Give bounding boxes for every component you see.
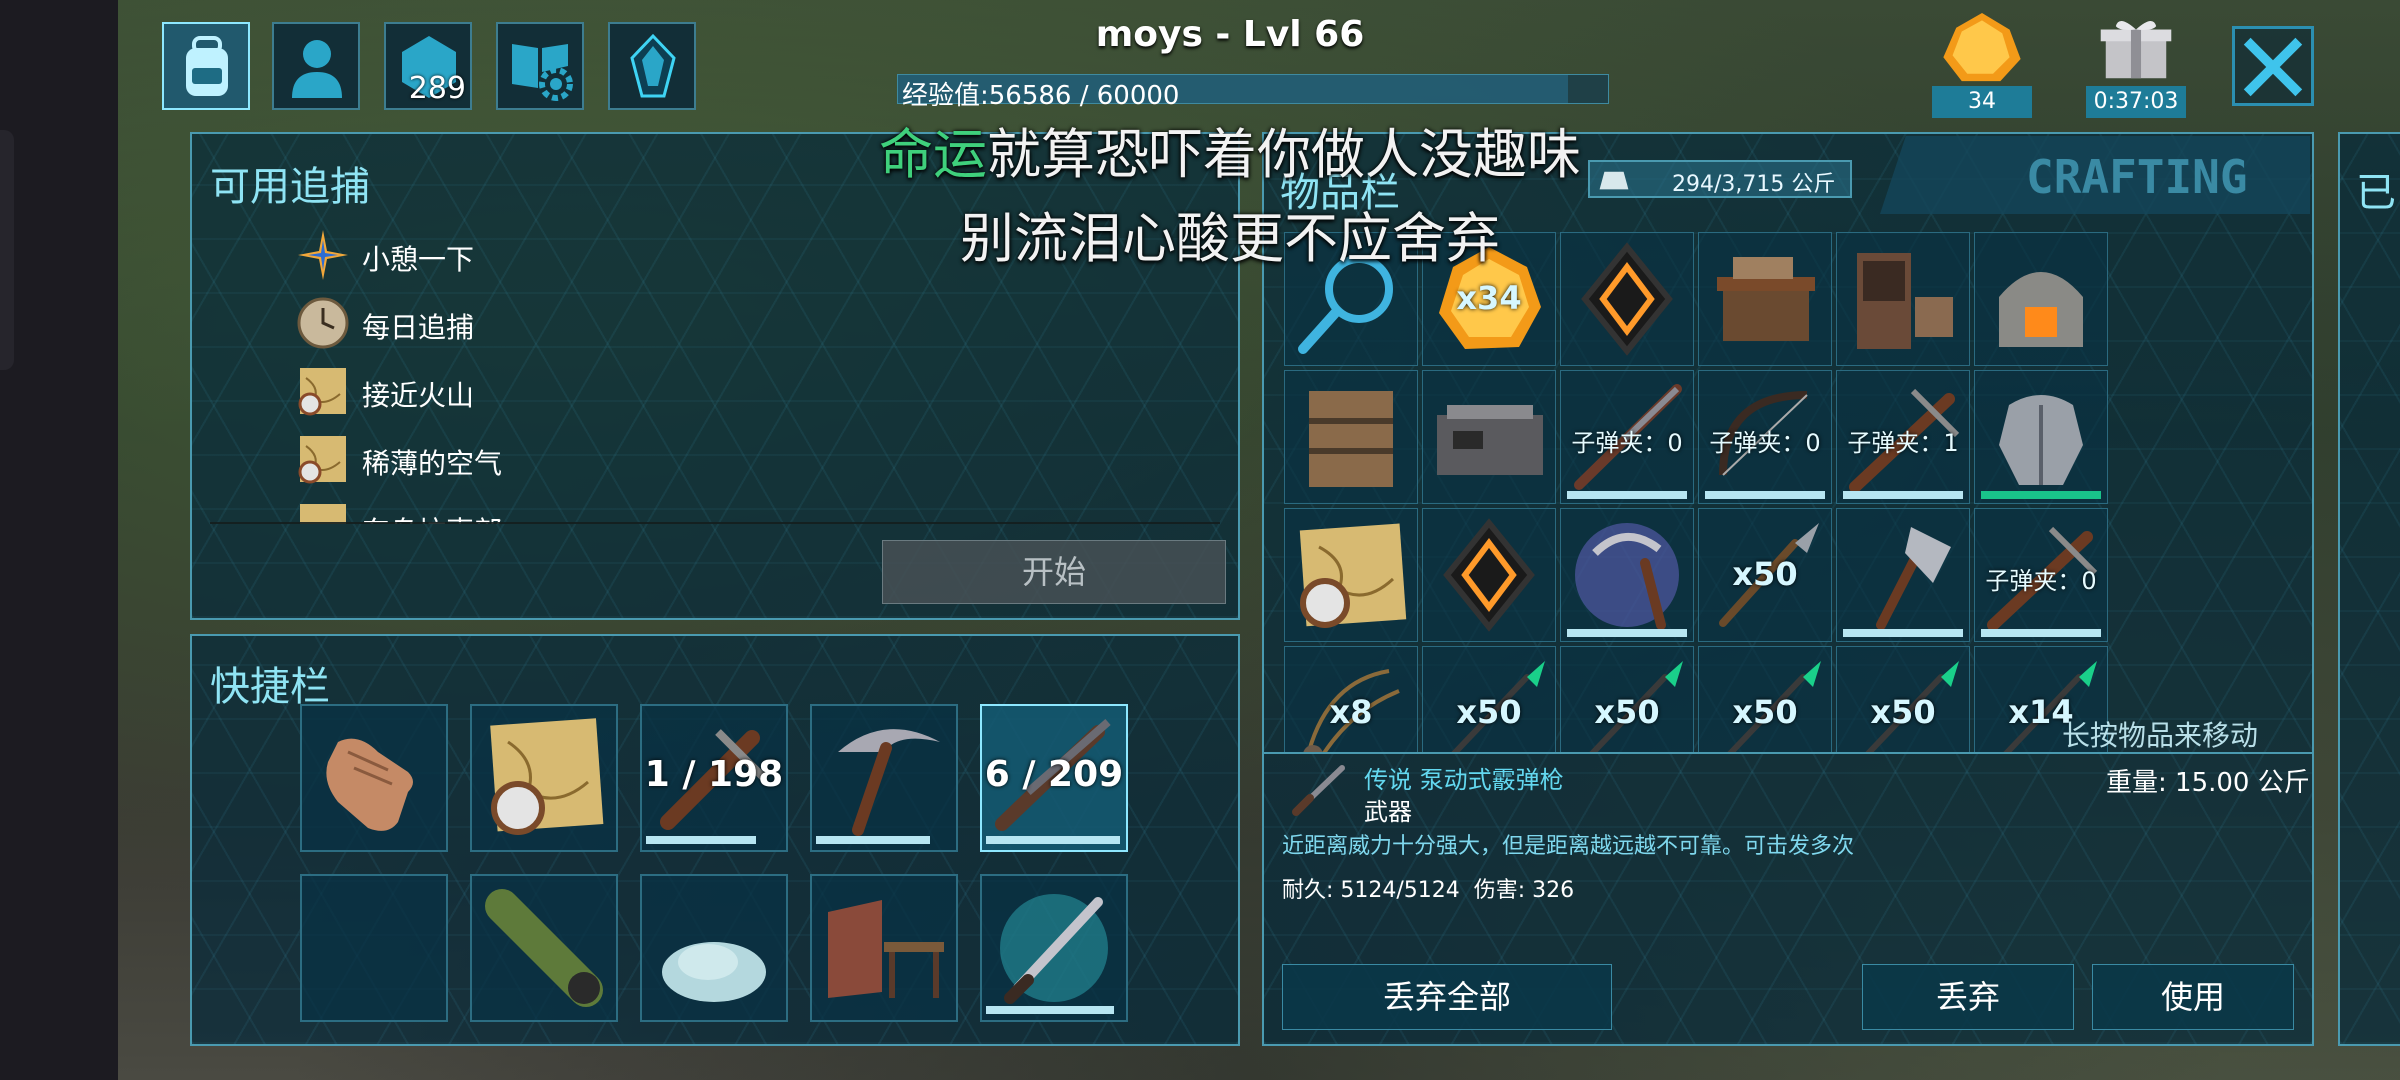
move-hint: 长按物品来移动 [2062,719,2259,752]
inventory-slot-label: x50 [1456,693,1522,731]
inventory-slot[interactable] [1974,370,2108,504]
durability-bar [1705,491,1825,499]
next-panel-partial [2338,132,2400,1046]
hotbar-slot-qty: 6 / 209 [984,754,1124,795]
inventory-slot-label: 子弹夹：0 [1571,429,1683,457]
inventory-slot[interactable] [1422,370,1556,504]
inventory-slot[interactable]: 子弹夹：0 [1560,370,1694,504]
inventory-slot[interactable]: x8 [1284,646,1418,752]
lyric-line-2: 别流泪心酸更不应舍弃 [960,207,1500,270]
hotbar-slot[interactable] [980,874,1128,1022]
hotbar-slot[interactable] [640,874,788,1022]
inventory-slot[interactable]: x50 [1422,646,1556,752]
inventory-slot[interactable]: 子弹夹：0 [1974,508,2108,642]
inventory-slot-label: 子弹夹：0 [1709,429,1821,457]
workbench-icon [828,900,944,998]
hotbar-slot[interactable] [810,874,958,1022]
item-description: 近距离威力十分强大，但是距离越远越不可靠。可击发多次 [1282,834,1855,859]
inventory-slot[interactable] [1284,370,1418,504]
item-name: 传说 泵动式霰弹枪 [1364,766,1564,794]
sword-icon [1000,894,1108,1004]
item-weight: 重量: 15.00 公斤 [2106,768,2310,798]
inventory-slot[interactable]: 子弹夹：1 [1836,370,1970,504]
inventory-slot-label: 子弹夹：1 [1847,429,1959,457]
durability-bar [1981,491,2101,499]
hotbar-slot-empty[interactable] [300,874,448,1022]
inventory-slot-label: 子弹夹：0 [1985,567,2097,595]
forge-icon [1999,272,2083,347]
inventory-slot-label: x50 [1732,693,1798,731]
durability-bar [1843,491,1963,499]
inventory-slot[interactable]: x50 [1560,646,1694,752]
inventory-slot-label: x50 [1594,693,1660,731]
shotgun-icon [1292,765,1345,816]
map-icon [1299,523,1407,628]
inventory-slot-label: x50 [1870,693,1936,731]
hatchet-icon [1876,527,1951,630]
item-stats: 耐久: 5124/5124 伤害: 326 [1282,878,1575,903]
durability-bar [646,836,756,844]
durability-bar [986,836,1120,844]
inventory-slot[interactable]: x50 [1698,646,1832,752]
inventory-slot[interactable]: x50 [1698,508,1832,642]
next-panel-title: 已 [2356,170,2396,216]
inventory-slot[interactable]: 子弹夹：0 [1698,370,1832,504]
hotbar-slot[interactable] [470,874,618,1022]
detail-divider [1264,752,2312,754]
inventory-slot-label: x34 [1456,279,1522,317]
crystal-icon [1443,518,1535,632]
drop-button[interactable]: 丢弃 [1862,964,2074,1030]
lyric-line-1: 命运就算恐吓着你做人没趣味 [830,110,1630,189]
inventory-slot[interactable] [1422,508,1556,642]
drop-all-button[interactable]: 丢弃全部 [1282,964,1612,1030]
inventory-slot[interactable] [1284,508,1418,642]
durability-bar [986,1006,1114,1014]
inventory-slot[interactable] [1836,232,1970,366]
inventory-slot-label: x50 [1732,555,1798,593]
lyric-highlight: 命运 [879,123,987,186]
item-type: 武器 [1364,798,1412,826]
hotbar-slot-qty: 1 / 198 [644,754,784,795]
armor-icon [1999,395,2083,485]
durability-bar [1843,629,1963,637]
crafting-table-icon [1717,257,1815,341]
durability-bar [1567,629,1687,637]
inventory-slot[interactable] [1974,232,2108,366]
use-button[interactable]: 使用 [2092,964,2294,1030]
stone-icon [662,942,766,1002]
durability-bar [1567,491,1687,499]
inventory-slot[interactable] [1836,508,1970,642]
stove-icon [1437,405,1543,475]
inventory-slot[interactable]: x50 [1836,646,1970,752]
inventory-slot[interactable] [1560,508,1694,642]
spyglass-icon [485,889,603,1007]
durability-bar [1981,629,2101,637]
sickle-icon [1575,523,1679,630]
cabinet-icon [1857,253,1953,349]
inventory-slot[interactable] [1698,232,1832,366]
shelf-icon [1309,391,1393,487]
lyric-rest: 就算恐吓着你做人没趣味 [987,123,1581,186]
inventory-slot-label: x8 [1329,693,1373,731]
durability-bar [816,836,930,844]
